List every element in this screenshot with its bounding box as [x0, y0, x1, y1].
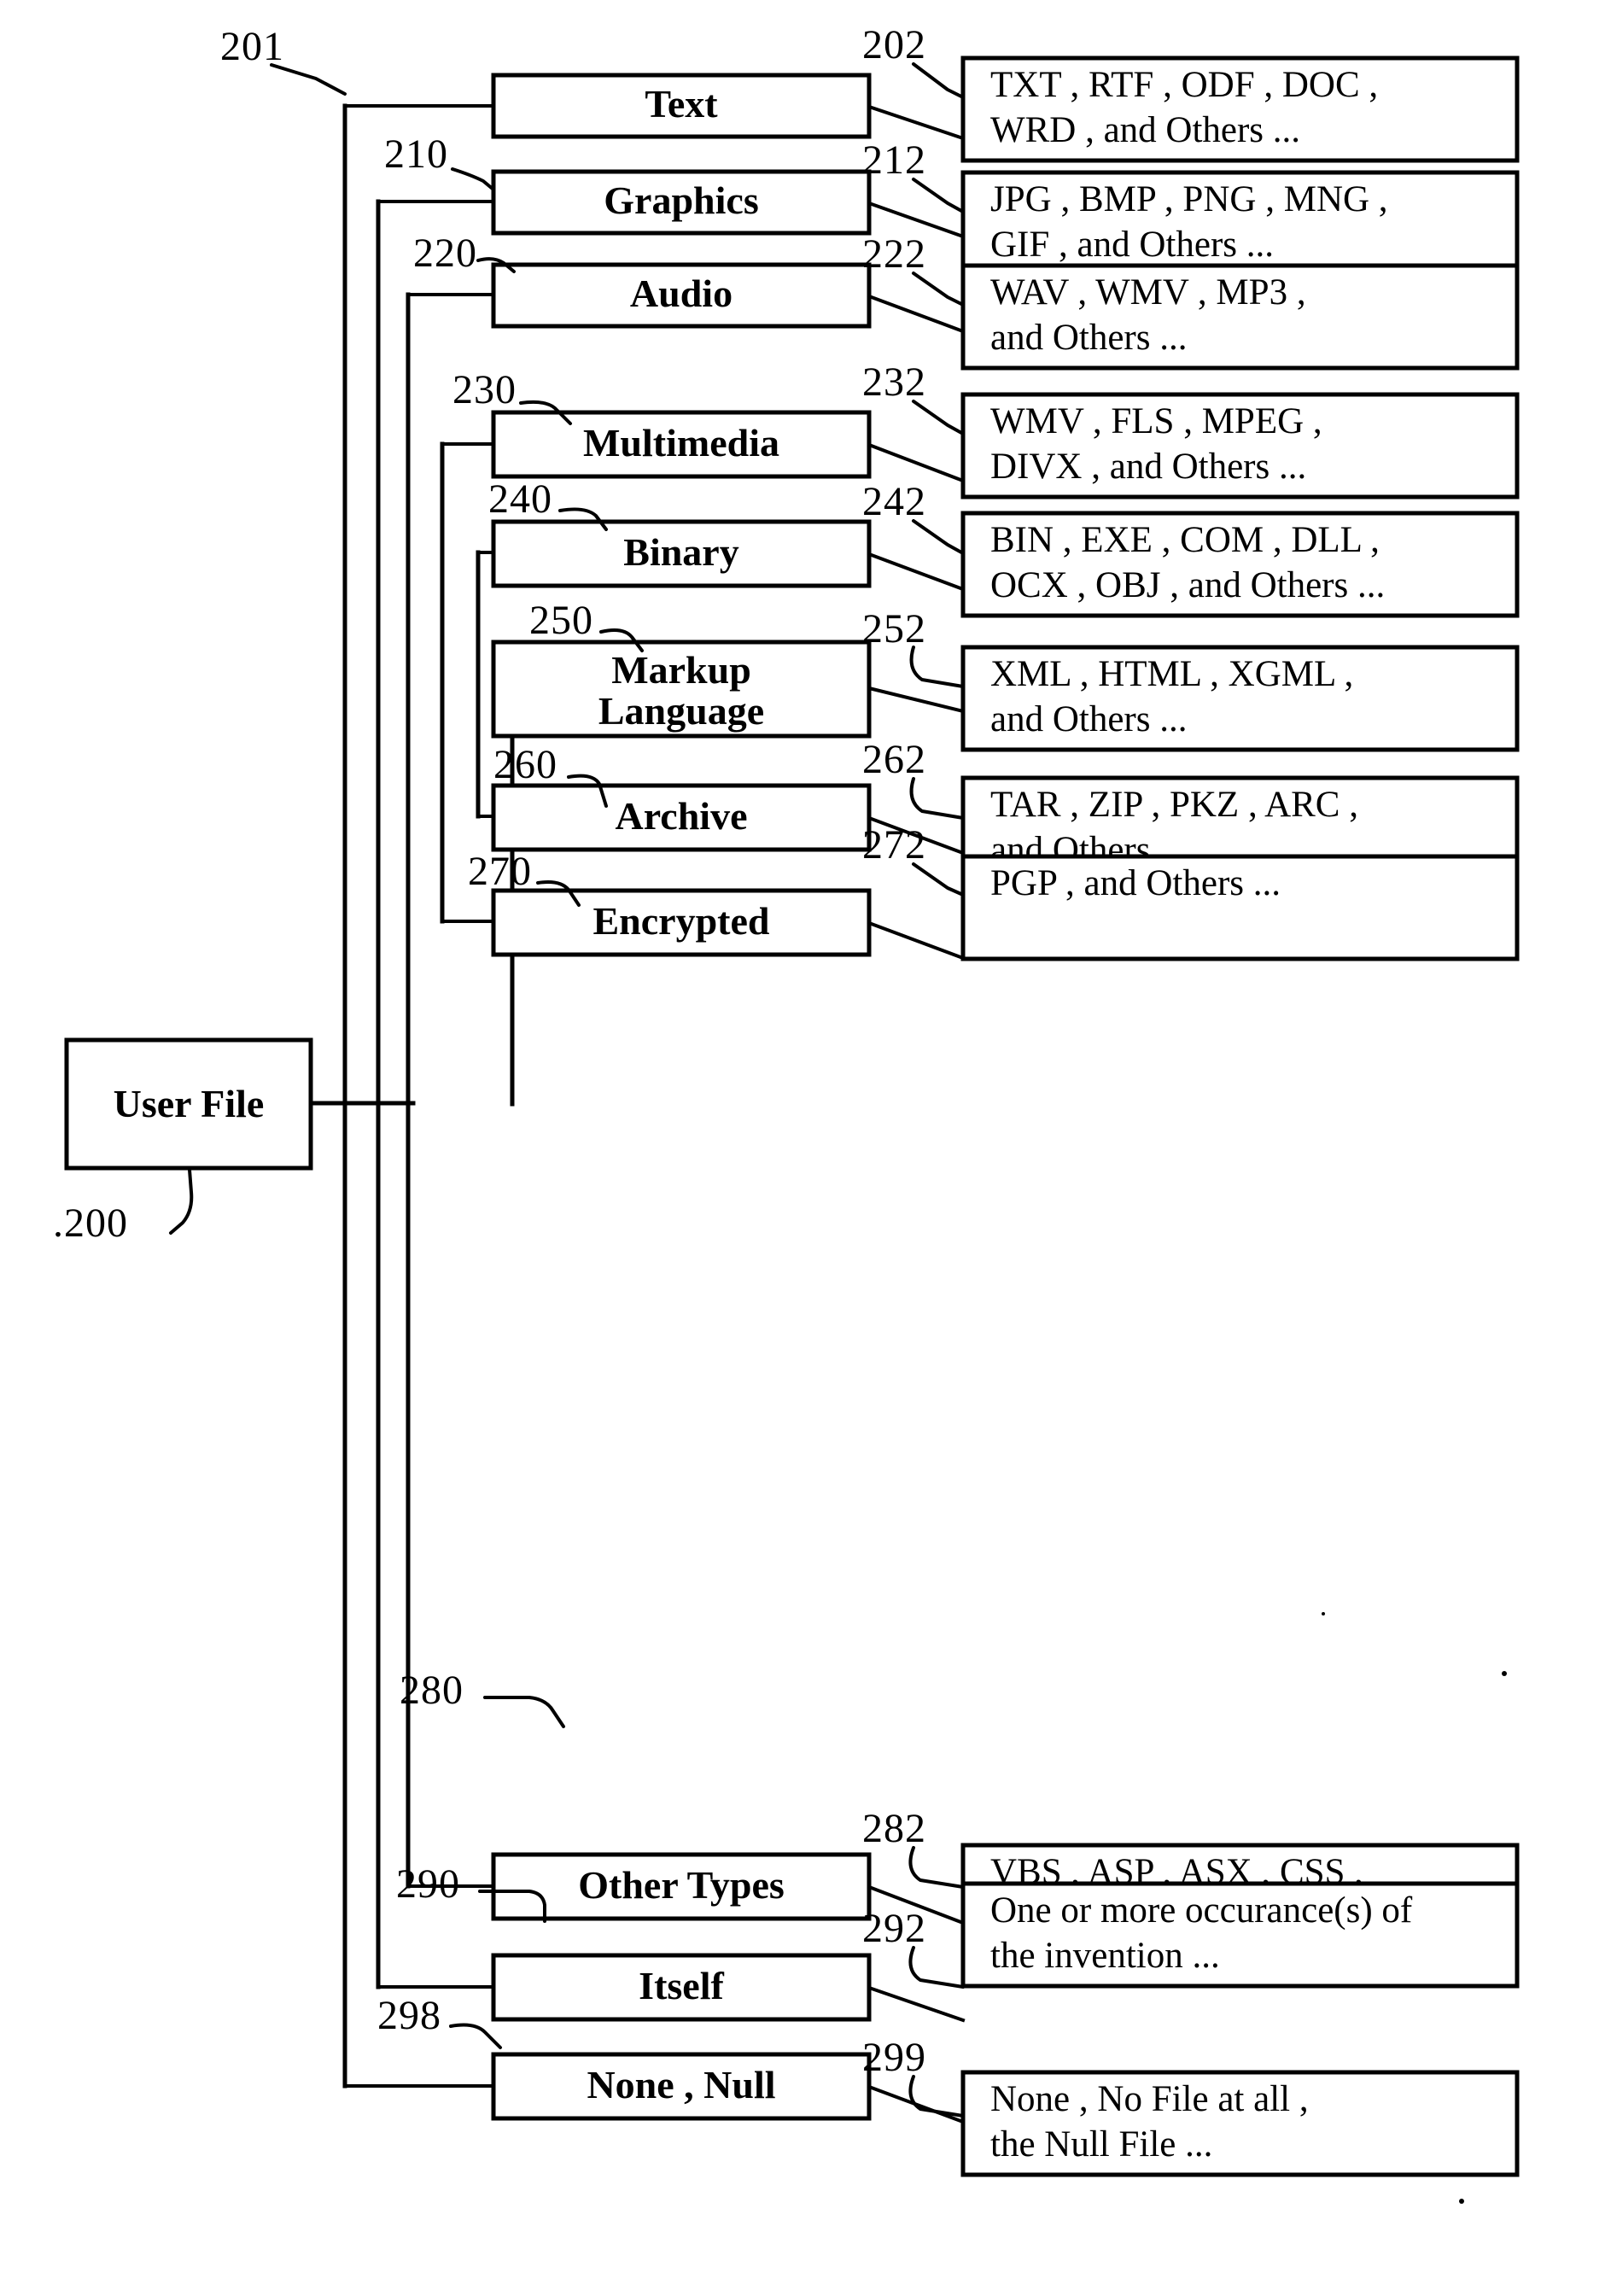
connector-encrypted-to-detail — [867, 920, 966, 961]
detail-line-2-222: and Others ... — [990, 318, 1187, 358]
category-label-none-null: None , Null — [587, 2063, 775, 2106]
ref-number-220: 220 — [413, 231, 477, 276]
connector-itself-to-detail — [867, 1985, 966, 2023]
detail-line-1-222: WAV , WMV , MP3 , — [990, 272, 1306, 313]
category-label-other-types: Other Types — [578, 1863, 785, 1907]
connector-audio-to-detail — [867, 294, 966, 334]
detail-line-1-252: XML , HTML , XGML , — [990, 654, 1353, 694]
ref-number-240: 240 — [488, 476, 552, 522]
connector-markup-to-detail — [867, 686, 966, 714]
ref-number-210: 210 — [384, 131, 448, 177]
ref-number-252: 252 — [862, 606, 926, 651]
ref-number-298: 298 — [377, 1993, 441, 2038]
ref-number-270: 270 — [468, 849, 532, 894]
ref-leader-282 — [908, 1846, 965, 1889]
row-multimedia: Multimedia 230 WMV , FLS , MPEG , DIVX ,… — [452, 359, 1520, 500]
ref-number-230: 230 — [452, 367, 517, 412]
ref-number-282: 282 — [862, 1806, 926, 1851]
ref-number-222: 222 — [862, 231, 926, 277]
ref-leader-212 — [912, 178, 965, 213]
scan-speck-1 — [1502, 1671, 1507, 1676]
ref-leader-202 — [912, 62, 965, 99]
category-label-markup-line1: Markup — [611, 648, 751, 692]
ref-number-202: 202 — [862, 22, 926, 67]
scan-speck-3 — [1322, 1612, 1325, 1615]
detail-line-2-292: the invention ... — [990, 1936, 1220, 1976]
ref-leader-262 — [909, 777, 965, 820]
scan-speck-2 — [1459, 2199, 1464, 2204]
ref-number-290: 290 — [396, 1861, 460, 1907]
ref-leader-299 — [908, 2075, 965, 2118]
ref-leader-292 — [908, 1946, 965, 1989]
ref-number-250: 250 — [529, 598, 593, 643]
connector-binary-to-detail — [867, 552, 966, 592]
category-label-multimedia: Multimedia — [583, 421, 779, 464]
category-label-itself: Itself — [639, 1964, 724, 2007]
ref-number-299: 299 — [862, 2035, 926, 2080]
ref-leader-280 — [483, 1696, 565, 1728]
root-node-user-file: User File .200 — [53, 1037, 313, 1246]
detail-line-1-212: JPG , BMP , PNG , MNG , — [990, 179, 1388, 219]
ref-number-212: 212 — [862, 137, 926, 183]
ref-number-280: 280 — [400, 1668, 464, 1713]
root-ref-number: .200 — [53, 1201, 128, 1246]
detail-line-2-212: GIF , and Others ... — [990, 225, 1274, 265]
ref-leader-201 — [270, 63, 347, 96]
detail-line-2-202: WRD , and Others ... — [990, 110, 1300, 150]
detail-line-2-232: DIVX , and Others ... — [990, 447, 1306, 487]
detail-line-2-252: and Others ... — [990, 699, 1187, 739]
ref-number-260: 260 — [493, 742, 557, 787]
category-label-encrypted: Encrypted — [593, 899, 770, 943]
category-label-graphics: Graphics — [604, 178, 758, 222]
category-label-markup-line2: Language — [598, 689, 764, 733]
root-node-label: User File — [114, 1082, 265, 1125]
connector-multimedia-to-detail — [867, 442, 966, 483]
ref-number-272: 272 — [862, 822, 926, 868]
category-label-audio: Audio — [630, 272, 733, 315]
ref-number-262: 262 — [862, 737, 926, 782]
category-label-archive: Archive — [615, 794, 747, 838]
root-ref-leader — [169, 1168, 194, 1235]
detail-line-2-242: OCX , OBJ , and Others ... — [990, 565, 1385, 605]
ref-leader-242 — [912, 519, 965, 555]
connector-text-to-detail — [867, 104, 966, 141]
detail-line-1-299: None , No File at all , — [990, 2079, 1309, 2119]
detail-line-1-262: TAR , ZIP , PKZ , ARC , — [990, 785, 1358, 825]
category-label-binary: Binary — [623, 530, 738, 574]
detail-line-1-232: WMV , FLS , MPEG , — [990, 401, 1322, 441]
ref-number-232: 232 — [862, 359, 926, 405]
row-markup-language: Markup Language 250 XML , HTML , XGML , … — [491, 598, 1520, 752]
ref-leader-232 — [912, 400, 965, 435]
ref-leader-252 — [909, 646, 965, 688]
user-file-type-taxonomy-diagram: User File .200 Text 201 TXT , RTF , ODF … — [53, 22, 1520, 2204]
detail-line-1-242: BIN , EXE , COM , DLL , — [990, 520, 1380, 560]
patent-figure-page: User File .200 Text 201 TXT , RTF , ODF … — [0, 0, 1611, 2296]
ref-leader-298 — [449, 2023, 502, 2049]
detail-line-1-292: One or more occurance(s) of — [990, 1890, 1413, 1931]
ref-number-201: 201 — [220, 24, 284, 69]
detail-line-1-202: TXT , RTF , ODF , DOC , — [990, 65, 1378, 105]
ref-number-292: 292 — [862, 1906, 926, 1951]
ref-leader-210 — [451, 167, 495, 191]
ref-leader-222 — [912, 272, 965, 307]
ref-number-242: 242 — [862, 479, 926, 524]
detail-line-1-272: PGP , and Others ... — [990, 863, 1281, 903]
ref-leader-272 — [912, 862, 965, 897]
category-label-text: Text — [645, 82, 718, 126]
detail-line-2-299: the Null File ... — [990, 2124, 1212, 2165]
